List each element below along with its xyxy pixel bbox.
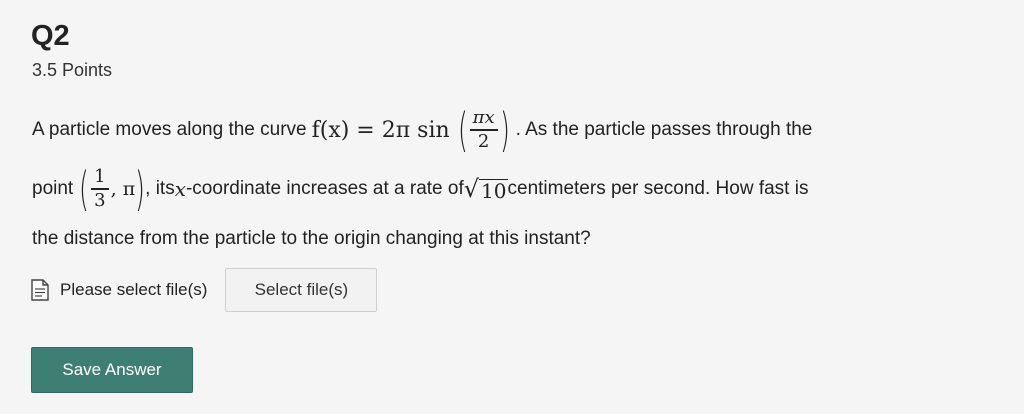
select-files-button[interactable]: Select file(s)	[225, 268, 378, 312]
right-paren: )	[135, 162, 146, 216]
square-root-expression: √ 10	[463, 175, 508, 203]
problem-text: centimeters per second. How fast is	[507, 178, 809, 199]
file-upload-label: Please select file(s)	[60, 280, 208, 299]
problem-line-2: point ( 1 3 , π ) , its x -coordinate in…	[32, 160, 808, 218]
problem-text: , its	[145, 178, 175, 199]
problem-text: point	[32, 178, 74, 199]
problem-line-3: the distance from the particle to the or…	[32, 225, 591, 253]
question-panel: Q2 3.5 Points A particle moves along the…	[0, 0, 1024, 414]
problem-line-1: A particle moves along the curve f(x) = …	[32, 102, 812, 158]
fraction-denominator: 3	[94, 189, 106, 211]
function-expression: f(x) = 2π sin	[311, 117, 450, 143]
fraction-numerator: 1	[94, 166, 106, 188]
point-y-value: , π	[110, 178, 136, 200]
file-upload-row: Please select file(s) Select file(s)	[30, 268, 378, 312]
problem-text: . As the particle passes through the	[515, 119, 813, 140]
question-title: Q2	[31, 20, 70, 52]
sqrt-radicand: 10	[479, 179, 508, 203]
right-paren: )	[499, 103, 510, 157]
problem-text: A particle moves along the curve	[32, 119, 307, 140]
problem-text: -coordinate increases at a rate of	[185, 178, 464, 199]
document-icon	[31, 279, 49, 301]
fraction-one-third: 1 3	[91, 166, 109, 211]
question-points: 3.5 Points	[32, 60, 113, 80]
problem-text: the distance from the particle to the or…	[32, 228, 591, 249]
fraction-denominator: 2	[477, 130, 490, 152]
left-paren: (	[79, 162, 90, 216]
save-answer-button[interactable]: Save Answer	[31, 347, 193, 393]
coordinate-variable: x	[174, 177, 186, 201]
fraction-pix-over-2: πx 2	[469, 107, 498, 152]
fraction-numerator: πx	[472, 107, 495, 129]
left-paren: (	[457, 103, 468, 157]
